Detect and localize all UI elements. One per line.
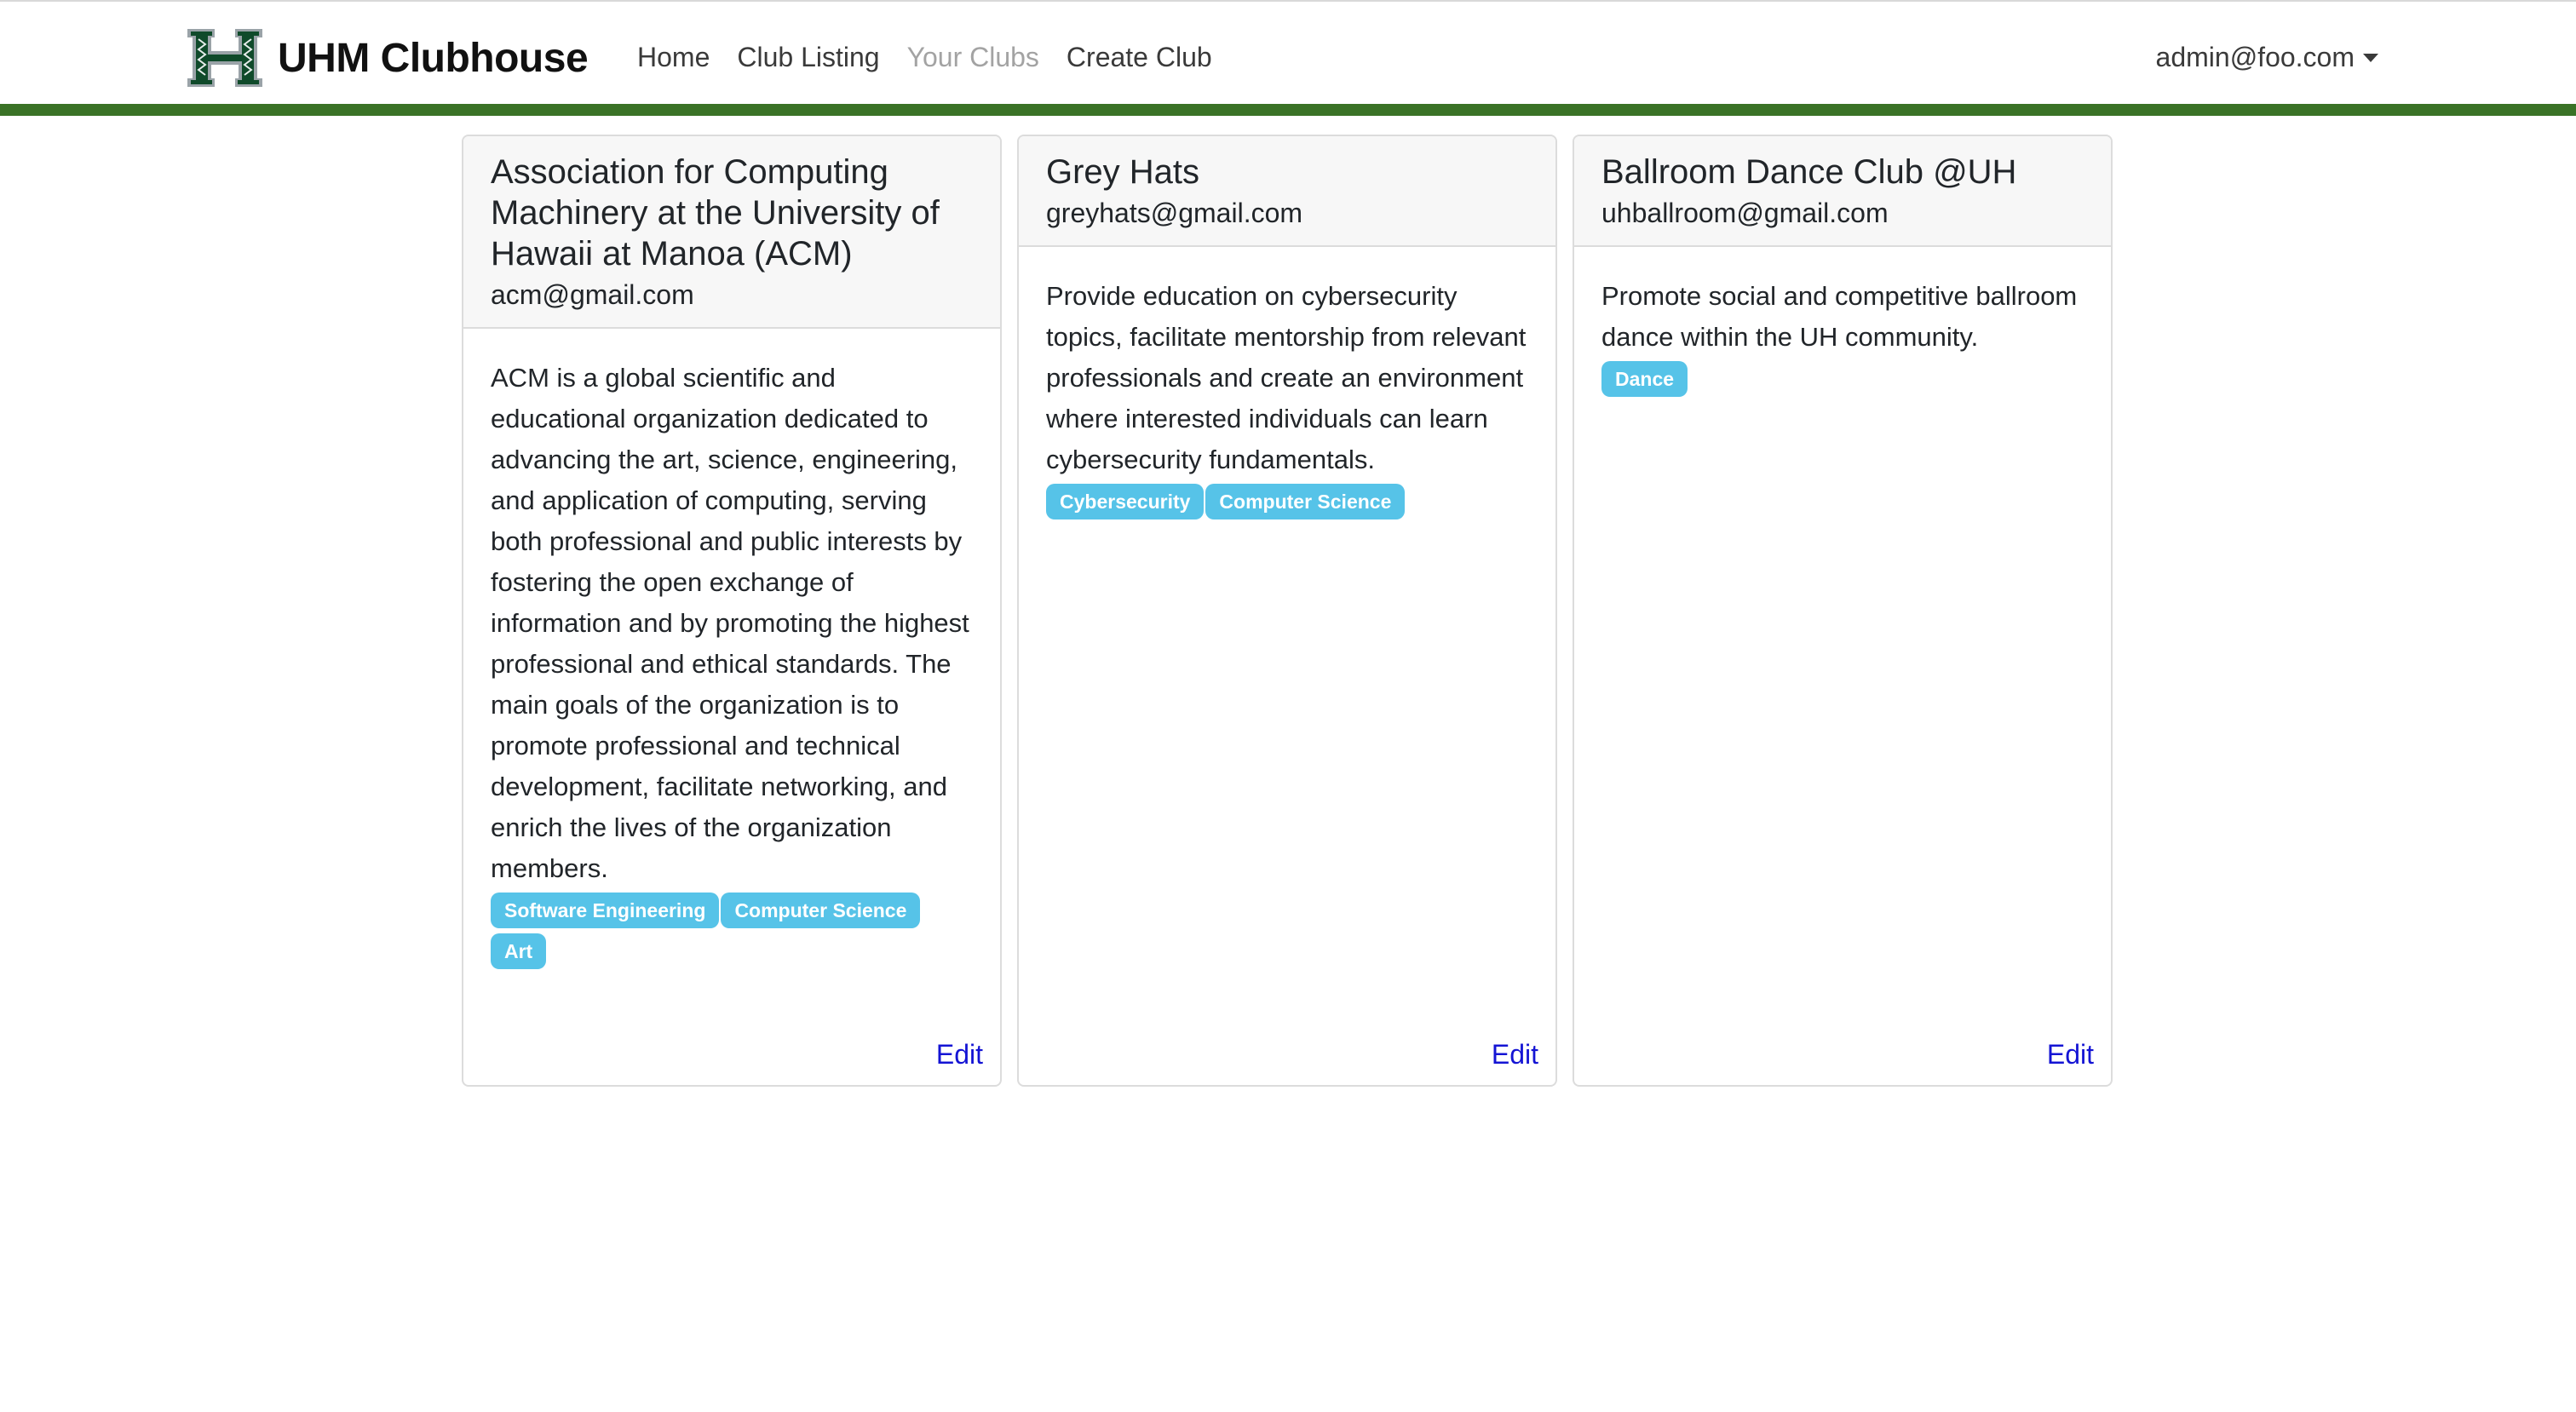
edit-link[interactable]: Edit [1492,1036,1538,1073]
card-header: Ballroom Dance Club @UH uhballroom@gmail… [1574,136,2111,247]
user-dropdown[interactable]: admin@foo.com [2156,39,2378,75]
club-description: ACM is a global scientific and education… [491,363,969,883]
club-tags: Cybersecurity Computer Science [1046,484,1528,525]
club-email: uhballroom@gmail.com [1601,198,1889,228]
nav-links: Home Club Listing Your Clubs Create Club [624,39,1226,75]
uh-logo-icon [187,29,262,87]
edit-link[interactable]: Edit [2047,1036,2094,1073]
club-name: Ballroom Dance Club @UH [1601,153,2017,191]
card-body: Promote social and competitive ballroom … [1574,247,2111,402]
tag-badge: Dance [1601,361,1688,397]
club-tags: Dance [1601,361,2084,402]
nav-home[interactable]: Home [624,39,723,75]
tag-badge: Cybersecurity [1046,484,1205,519]
club-card-ballroom-dance: Ballroom Dance Club @UH uhballroom@gmail… [1573,135,2113,1087]
card-body: ACM is a global scientific and education… [463,329,1000,974]
nav-your-clubs[interactable]: Your Clubs [894,39,1053,75]
tag-badge: Computer Science [1205,484,1406,519]
tag-badge: Software Engineering [491,893,720,928]
club-description: Promote social and competitive ballroom … [1601,281,2078,352]
brand-link[interactable]: UHM Clubhouse [184,26,589,90]
club-email: greyhats@gmail.com [1046,198,1303,228]
club-name: Association for Computing Machinery at t… [491,153,940,273]
user-email: admin@foo.com [2155,42,2355,72]
card-body: Provide education on cybersecurity topic… [1019,247,1555,525]
brand-name: UHM Clubhouse [278,35,589,81]
card-header: Association for Computing Machinery at t… [463,136,1000,329]
edit-link[interactable]: Edit [936,1036,983,1073]
tag-badge: Computer Science [721,893,921,928]
navbar-accent-bar [0,104,2576,116]
nav-create-club[interactable]: Create Club [1053,39,1226,75]
navbar: UHM Clubhouse Home Club Listing Your Clu… [0,0,2576,104]
club-card-acm: Association for Computing Machinery at t… [462,135,1002,1087]
club-email: acm@gmail.com [491,279,694,310]
nav-club-listing[interactable]: Club Listing [723,39,893,75]
club-name: Grey Hats [1046,153,1200,191]
caret-down-icon [2363,54,2378,62]
club-description: Provide education on cybersecurity topic… [1046,281,1527,474]
club-card-grey-hats: Grey Hats greyhats@gmail.com Provide edu… [1017,135,1557,1087]
club-tags: Software Engineering Computer Science Ar… [491,893,973,974]
tag-badge: Art [491,933,547,969]
card-header: Grey Hats greyhats@gmail.com [1019,136,1555,247]
